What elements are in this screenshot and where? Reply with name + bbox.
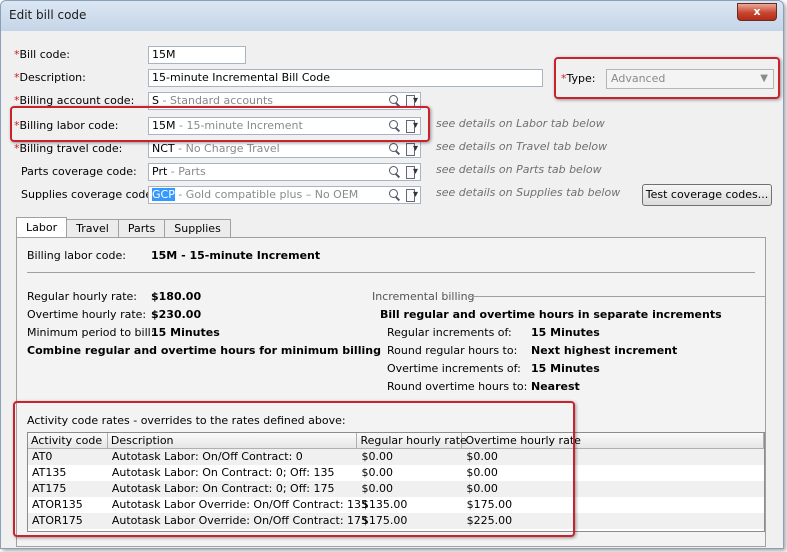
round-overtime-value: Nearest [531, 380, 580, 393]
picklist-icon[interactable] [404, 164, 418, 180]
test-coverage-codes-button[interactable]: Test coverage codes... [642, 184, 772, 206]
regular-increments-value: 15 Minutes [531, 326, 600, 339]
search-icon[interactable] [388, 188, 402, 202]
close-button[interactable]: x [737, 3, 777, 21]
regular-rate-label: Regular hourly rate: [27, 290, 137, 303]
search-icon[interactable] [388, 142, 402, 156]
tab-parts[interactable]: Parts [117, 219, 166, 237]
round-overtime-label: Round overtime hours to: [387, 380, 528, 393]
title-bar[interactable]: Edit bill code x [1, 1, 783, 31]
edit-bill-code-window: Edit bill code x *Bill code: 15M *Descri… [0, 0, 784, 549]
billing-travel-field[interactable]: NCT - No Charge Travel [148, 140, 421, 158]
parts-coverage-label: Parts coverage code: [21, 165, 137, 178]
divider [27, 272, 755, 273]
supplies-hint: see details on Supplies tab below [436, 186, 621, 199]
min-period-label: Minimum period to bill: [27, 326, 155, 339]
parts-hint: see details on Parts tab below [436, 163, 602, 176]
bill-code-input[interactable]: 15M [148, 46, 246, 64]
overtime-increments-value: 15 Minutes [531, 362, 600, 375]
round-regular-value: Next highest increment [531, 344, 678, 357]
search-icon[interactable] [388, 165, 402, 179]
tab-labor[interactable]: Labor [16, 217, 68, 237]
labor-hint: see details on Labor tab below [436, 117, 605, 130]
tab-supplies[interactable]: Supplies [164, 219, 231, 237]
labor-code-label: Billing labor code: [27, 249, 126, 262]
supplies-coverage-label: Supplies coverage code: [21, 188, 156, 201]
travel-hint: see details on Travel tab below [436, 140, 608, 153]
description-label: *Description: [14, 71, 86, 84]
incremental-mode: Bill regular and overtime hours in separ… [380, 308, 722, 321]
type-highlight [554, 57, 780, 99]
tab-travel[interactable]: Travel [66, 219, 119, 237]
divider [468, 296, 765, 297]
overtime-rate-value: $230.00 [151, 308, 202, 321]
description-input[interactable]: 15-minute Incremental Bill Code [148, 69, 543, 87]
labor-code-value: 15M - 15-minute Increment [151, 249, 321, 262]
overtime-increments-label: Overtime increments of: [387, 362, 521, 375]
regular-rate-value: $180.00 [151, 290, 202, 303]
bill-code-label: *Bill code: [14, 48, 70, 61]
billing-travel-label: *Billing travel code: [14, 142, 123, 155]
incremental-billing-heading: Incremental billing [372, 290, 475, 303]
dialog-body: *Bill code: 15M *Description: 15-minute … [8, 31, 780, 547]
round-regular-label: Round regular hours to: [387, 344, 518, 357]
supplies-coverage-field[interactable]: GCP - Gold compatible plus – No OEM [148, 186, 421, 204]
billing-labor-highlight [10, 106, 430, 142]
window-title: Edit bill code [9, 8, 87, 22]
regular-increments-label: Regular increments of: [387, 326, 512, 339]
overtime-rate-label: Overtime hourly rate: [27, 308, 147, 321]
combine-hours-text: Combine regular and overtime hours for m… [27, 344, 381, 357]
min-period-value: 15 Minutes [151, 326, 220, 339]
parts-coverage-field[interactable]: Prt - Parts [148, 163, 421, 181]
picklist-icon[interactable] [404, 141, 418, 157]
tab-strip: Labor Travel Parts Supplies [16, 217, 231, 237]
picklist-icon[interactable] [404, 187, 418, 203]
activity-rates-highlight [13, 401, 575, 537]
